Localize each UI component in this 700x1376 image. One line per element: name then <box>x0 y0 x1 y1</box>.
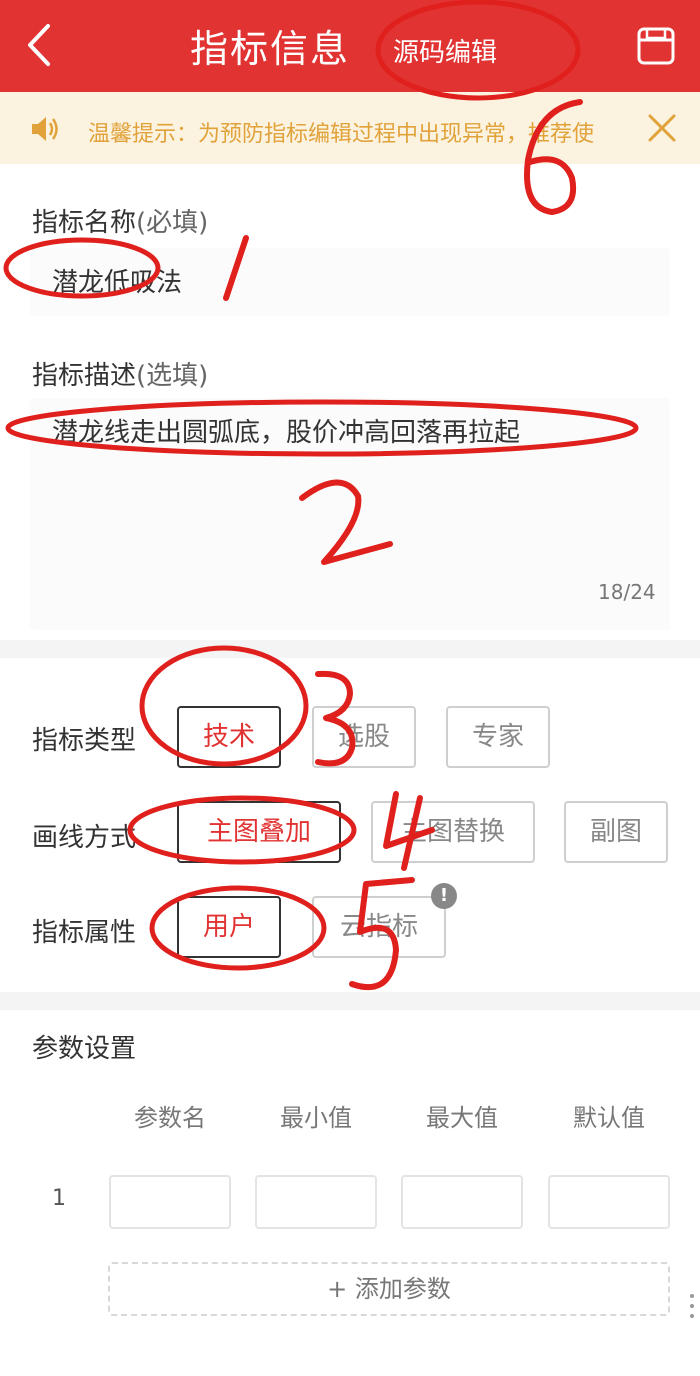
attribute-option-user[interactable]: 用户 <box>177 896 281 958</box>
speaker-icon <box>28 112 62 146</box>
back-icon <box>28 24 50 66</box>
col-header-min: 最小值 <box>280 1104 352 1132</box>
page-title: 指标信息 <box>190 27 351 71</box>
draw-option-main-replace[interactable]: 主图替换 <box>371 801 535 863</box>
name-field-label: 指标名称(必填) <box>32 202 208 239</box>
name-label-text: 指标名称 <box>32 208 137 238</box>
scroll-handle[interactable] <box>688 1290 696 1330</box>
section-divider <box>0 640 700 658</box>
draw-option-main-overlay[interactable]: 主图叠加 <box>177 801 341 863</box>
col-header-default: 默认值 <box>573 1104 645 1132</box>
add-param-button[interactable]: + 添加参数 <box>108 1262 670 1316</box>
name-input-value: 潜龙低吸法 <box>52 268 183 298</box>
back-button[interactable] <box>22 20 58 70</box>
close-icon <box>648 114 676 142</box>
param-default-input[interactable] <box>548 1175 670 1229</box>
attribute-option-cloud[interactable]: 云指标 <box>312 896 446 958</box>
section-divider <box>0 992 700 1010</box>
col-header-name: 参数名 <box>134 1104 206 1132</box>
desc-label-text: 指标描述 <box>32 361 137 391</box>
desc-field-label: 指标描述(选填) <box>32 355 208 392</box>
type-option-stock-pick[interactable]: 选股 <box>312 706 416 768</box>
desc-char-count: 18/24 <box>598 580 656 604</box>
type-option-tech[interactable]: 技术 <box>177 706 281 768</box>
param-min-input[interactable] <box>255 1175 377 1229</box>
desc-textarea-value: 潜龙线走出圆弧底，股价冲高回落再拉起 <box>52 418 521 448</box>
param-row-index: 1 <box>52 1186 66 1211</box>
notice-close-button[interactable] <box>644 110 680 146</box>
desc-label-hint: (选填) <box>136 361 209 391</box>
type-label: 指标类型 <box>32 726 137 756</box>
params-title: 参数设置 <box>32 1034 137 1064</box>
notice-text: 温馨提示：为预防指标编辑过程中出现异常，推荐使 <box>88 122 595 147</box>
save-button[interactable] <box>636 26 676 66</box>
attribute-label: 指标属性 <box>32 918 137 948</box>
param-name-input[interactable] <box>109 1175 231 1229</box>
param-max-input[interactable] <box>401 1175 523 1229</box>
name-label-hint: (必填) <box>136 208 209 238</box>
type-option-expert[interactable]: 专家 <box>446 706 550 768</box>
source-edit-button[interactable]: 源码编辑 <box>393 32 497 69</box>
info-icon[interactable]: ! <box>431 883 457 909</box>
draw-option-sub-chart[interactable]: 副图 <box>564 801 668 863</box>
draw-mode-label: 画线方式 <box>32 823 137 853</box>
col-header-max: 最大值 <box>426 1104 498 1132</box>
save-icon <box>637 27 675 65</box>
